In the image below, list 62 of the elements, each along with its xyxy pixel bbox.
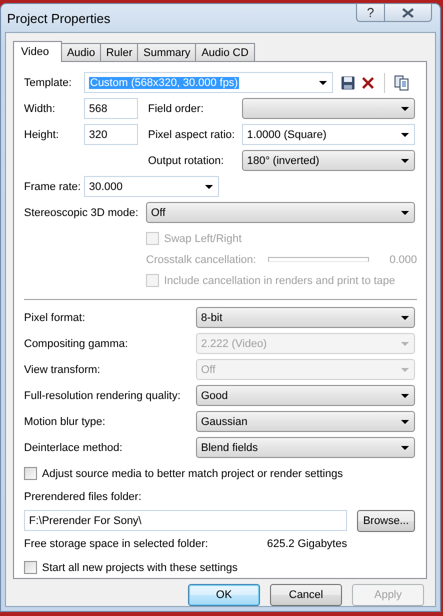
dropdown[interactable]: 1.0000 (Square) <box>242 124 415 145</box>
field-label: Template: <box>24 76 73 88</box>
caret-icon <box>401 446 409 450</box>
field-label: Frame rate: <box>24 180 82 192</box>
field-label: Deinterlace method: <box>24 442 124 454</box>
caret-icon <box>401 132 409 136</box>
dropdown[interactable] <box>242 98 415 119</box>
field-label: Motion blur type: <box>24 416 106 428</box>
dropdown[interactable]: Good <box>196 385 415 406</box>
tab[interactable]: Audio <box>60 43 102 61</box>
field-label: Stereoscopic 3D mode: <box>24 206 140 218</box>
folder-path-field[interactable]: F:\Prerender For Sony\ <box>24 510 347 531</box>
checkbox[interactable] <box>24 467 37 480</box>
dropdown[interactable]: 30.000 <box>84 176 219 197</box>
close-button[interactable] <box>385 3 432 22</box>
free-space-value: 625.2 Gigabytes <box>267 538 348 550</box>
checkbox-label: Start all new projects with these settings <box>42 562 238 574</box>
field-label: Pixel format: <box>24 312 86 324</box>
checkbox-label: Include cancellation in renders and print to tape <box>164 274 396 286</box>
tab[interactable]: Ruler <box>100 43 138 61</box>
caret-icon <box>401 368 409 372</box>
caret-icon <box>401 394 409 398</box>
slider-track[interactable] <box>268 257 370 262</box>
tab[interactable]: Video <box>13 41 62 62</box>
field-label: Crosstalk cancellation: <box>146 254 256 266</box>
field-label: Prerendered files folder: <box>24 491 142 503</box>
caret-icon <box>401 342 409 346</box>
slider-reading: 0.000 <box>389 254 417 266</box>
dialog-button[interactable]: OK <box>188 584 260 606</box>
caret-icon <box>401 420 409 424</box>
height-field[interactable]: 320 <box>84 124 138 145</box>
caret-icon <box>401 158 409 162</box>
checkbox-label: Swap Left/Right <box>164 232 242 244</box>
checkbox[interactable] <box>24 561 37 574</box>
dropdown[interactable]: Blend fields <box>196 437 415 458</box>
close-icon <box>402 8 414 18</box>
caret-icon <box>401 210 409 214</box>
caret-icon <box>319 80 327 84</box>
field-label: Full-resolution rendering quality: <box>24 390 182 402</box>
tab[interactable]: Audio CD <box>195 43 255 61</box>
field-label: Height: <box>24 128 60 140</box>
dropdown[interactable]: Gaussian <box>196 411 415 432</box>
field-label: View transform: <box>24 364 102 376</box>
field-label: Free storage space in selected folder: <box>24 538 210 550</box>
field-label: Field order: <box>148 102 205 114</box>
tab[interactable]: Summary <box>137 43 196 61</box>
window-title: Project Properties <box>7 10 110 26</box>
dialog-button[interactable]: Cancel <box>270 584 342 606</box>
dropdown[interactable]: Off <box>146 202 415 223</box>
width-field[interactable]: 568 <box>84 98 138 119</box>
field-label: Pixel aspect ratio: <box>148 128 236 140</box>
caret-icon <box>205 184 213 188</box>
help-button[interactable]: ? <box>356 3 385 22</box>
field-label: Output rotation: <box>148 154 225 166</box>
checkbox-label: Adjust source media to better match project or render settings <box>42 468 343 480</box>
dropdown[interactable]: 8-bit <box>196 307 415 328</box>
field-label: Width: <box>24 102 56 114</box>
dropdown[interactable]: 180° (inverted) <box>242 150 415 171</box>
field-label: Compositing gamma: <box>24 338 129 350</box>
browse-button[interactable]: Browse... <box>357 510 415 532</box>
caret-icon <box>401 316 409 320</box>
caret-icon <box>401 106 409 110</box>
